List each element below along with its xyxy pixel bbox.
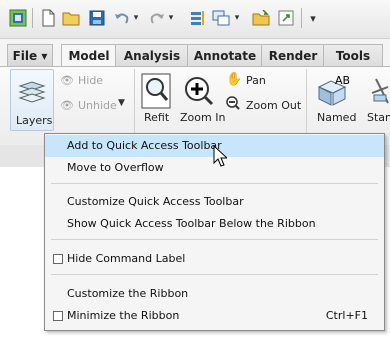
- toolbar-separator: [32, 8, 33, 28]
- pan-button[interactable]: Pan: [246, 74, 266, 87]
- tab-model[interactable]: Model: [61, 44, 117, 67]
- menu-item-label: Customize the Ribbon: [67, 287, 189, 300]
- hide-button[interactable]: Hide: [78, 74, 103, 87]
- zoom-out-icon: [226, 96, 240, 113]
- named-view-icon[interactable]: AB: [316, 74, 350, 110]
- application-window: ▾ ▾ ▾ ▾ File ▾ Model Analysis Annotate R…: [0, 0, 390, 338]
- menu-item-hide-command-label[interactable]: Hide Command Label: [45, 248, 384, 270]
- quick-access-toolbar: ▾ ▾ ▾ ▾: [0, 0, 390, 39]
- named-view-label[interactable]: Named: [317, 111, 356, 124]
- hide-icon: 👁: [60, 74, 74, 87]
- menu-item-label: Move to Overflow: [67, 161, 164, 174]
- windows-dropdown-icon[interactable]: ▾: [232, 9, 242, 27]
- open-icon[interactable]: [62, 9, 80, 27]
- menu-separator: [51, 183, 378, 184]
- shortcut-label: Ctrl+F1: [325, 309, 368, 322]
- zoom-in-icon[interactable]: [183, 75, 215, 110]
- regenerate-icon[interactable]: [189, 9, 207, 27]
- toolbar-separator: [301, 8, 302, 28]
- menu-item-minimize-ribbon[interactable]: Minimize the Ribbon Ctrl+F1: [45, 305, 384, 327]
- windows-icon[interactable]: [212, 9, 230, 27]
- svg-text:AB: AB: [335, 75, 350, 87]
- menu-item-label: Customize Quick Access Toolbar: [67, 195, 244, 208]
- standard-orientation-icon[interactable]: [368, 75, 390, 110]
- redo-icon[interactable]: [148, 9, 166, 27]
- pan-icon: ✋: [226, 72, 243, 87]
- hide-command-label-checkbox[interactable]: [53, 254, 63, 264]
- tab-file[interactable]: File ▾: [7, 44, 53, 67]
- unhide-dropdown-icon[interactable]: ▼: [118, 98, 125, 108]
- zoom-out-button[interactable]: Zoom Out: [246, 99, 301, 112]
- layers-icon: [18, 80, 46, 107]
- ribbon-tab-bar: File ▾ Model Analysis Annotate Render To…: [0, 44, 390, 67]
- refit-label[interactable]: Refit: [144, 111, 169, 124]
- mouse-cursor-icon: [213, 144, 229, 170]
- customize-qat-icon[interactable]: ▾: [304, 9, 322, 27]
- menu-item-customize-qat[interactable]: Customize Quick Access Toolbar: [45, 191, 384, 213]
- redo-dropdown-icon[interactable]: ▾: [166, 9, 176, 27]
- menu-item-label: Add to Quick Access Toolbar: [67, 139, 222, 152]
- menu-separator: [51, 274, 378, 275]
- layers-label: Layers: [16, 114, 53, 127]
- standard-orientation-label[interactable]: Stan: [367, 111, 390, 124]
- close-window-icon[interactable]: [277, 9, 295, 27]
- ribbon-group-separator: [306, 69, 307, 139]
- menu-item-show-qat-below[interactable]: Show Quick Access Toolbar Below the Ribb…: [45, 213, 384, 235]
- folder-icon[interactable]: [252, 9, 270, 27]
- refit-icon[interactable]: [141, 73, 171, 112]
- unhide-button[interactable]: Unhide: [78, 99, 117, 112]
- menu-item-label: Hide Command Label: [67, 252, 186, 265]
- zoom-in-label[interactable]: Zoom In: [180, 111, 225, 124]
- new-icon[interactable]: [39, 9, 57, 27]
- undo-icon[interactable]: [113, 9, 131, 27]
- save-icon[interactable]: [88, 9, 106, 27]
- unhide-icon: 👁: [60, 99, 74, 112]
- menu-separator: [51, 239, 378, 240]
- tab-render[interactable]: Render: [261, 44, 325, 67]
- tab-annotate[interactable]: Annotate: [187, 44, 263, 67]
- minimize-ribbon-checkbox[interactable]: [53, 311, 63, 321]
- tab-tools[interactable]: Tools: [323, 44, 383, 67]
- menu-item-customize-ribbon[interactable]: Customize the Ribbon: [45, 283, 384, 305]
- undo-dropdown-icon[interactable]: ▾: [131, 9, 141, 27]
- app-icon[interactable]: [9, 9, 27, 27]
- ribbon-group-separator: [134, 69, 135, 139]
- menu-item-label: Show Quick Access Toolbar Below the Ribb…: [67, 217, 316, 230]
- layers-button[interactable]: Layers: [10, 69, 54, 131]
- tab-analysis[interactable]: Analysis: [115, 44, 189, 67]
- menu-item-label: Minimize the Ribbon: [67, 309, 180, 322]
